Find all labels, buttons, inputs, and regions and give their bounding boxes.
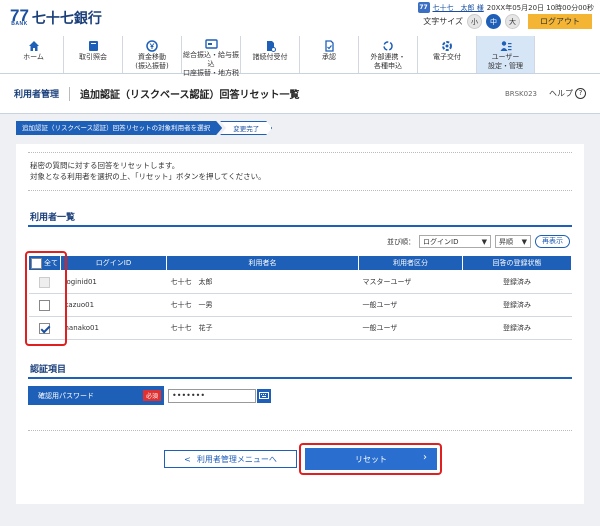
global-nav: ホーム 取引照会 資金移動 (振込振替) 総合振込・給与振込 口座振替・地方税 … [0, 36, 600, 77]
help-icon: ? [575, 88, 586, 99]
yen-transfer-icon [146, 39, 158, 52]
software-keyboard-icon[interactable] [257, 388, 271, 403]
sort-controls: 並び順： ログインID ▼ 昇順 ▼ 再表示 [387, 235, 570, 248]
gear-icon [441, 39, 453, 52]
table-row: kazuo01 七十七 一男 一般ユーザ 登録済み [28, 293, 572, 317]
book-icon [88, 39, 99, 52]
font-size-large-button[interactable]: 大 [505, 14, 520, 29]
sort-label: 並び順： [387, 237, 415, 246]
nav-user-settings[interactable]: ユーザー 設定・管理 [476, 36, 535, 73]
font-size-medium-button[interactable]: 中 [486, 14, 501, 29]
header: 77 BANK 七十七銀行 77 七十七 太郎 様 20XX年05月20日 10時… [0, 0, 600, 36]
home-icon [28, 39, 40, 52]
user-name-link[interactable]: 七十七 太郎 様 [433, 3, 484, 13]
header-tools: 文字サイズ 小 中 大 ログアウト [423, 14, 592, 29]
step-select: 追加認証（リスクベース認証）回答リセットの対象利用者を選択 [16, 121, 222, 135]
user-name: 七十七 花子 [166, 316, 359, 340]
step-indicator: 追加認証（リスクベース認証）回答リセットの対象利用者を選択 変更完了 [16, 121, 272, 135]
highlight-checkbox-column [25, 251, 67, 346]
user-type: マスターユーザ [358, 270, 463, 294]
nav-external[interactable]: 外部連携・ 各種申込 [358, 36, 417, 73]
divider [28, 152, 572, 153]
user-name: 七十七 一男 [166, 293, 359, 317]
chevron-down-icon: ▼ [521, 237, 527, 246]
login-id: hanako01 [60, 316, 167, 340]
login-id: kazuo01 [60, 293, 167, 317]
login-id: loginid01 [60, 270, 167, 294]
user-type: 一般ユーザ [358, 293, 463, 317]
title-bar: 利用者管理 追加認証（リスクベース認証）回答リセット一覧 BRSK023 ヘルプ… [0, 74, 600, 114]
section-name: 利用者管理 [14, 90, 60, 100]
auth-title: 認証項目 [30, 365, 67, 375]
divider [28, 430, 572, 431]
confirm-password-input[interactable]: ••••••• [168, 388, 256, 403]
nav-approval[interactable]: 承認 [299, 36, 358, 73]
back-to-menu-button[interactable]: < 利用者管理メニューへ [164, 450, 297, 468]
nav-inquiry[interactable]: 取引照会 [63, 36, 122, 73]
document-icon [265, 39, 276, 52]
logo-mark: 77 BANK [10, 6, 29, 27]
card-icon [204, 39, 218, 50]
help-link[interactable]: ヘルプ? [549, 88, 586, 99]
screen-code: BRSK023 [504, 89, 537, 98]
nav-fund-transfer[interactable]: 資金移動 (振込振替) [122, 36, 181, 73]
login-time: 20XX年05月20日 10時00分00秒 [486, 3, 594, 12]
table-row: hanako01 七十七 花子 一般ユーザ 登録済み [28, 316, 572, 340]
password-label: 確認用パスワード 必須 [28, 386, 164, 405]
auth-password-row: 確認用パスワード 必須 ••••••• [28, 386, 572, 405]
user-badge-icon: 77 [417, 2, 430, 13]
nav-procedures[interactable]: 諸続付受付 [240, 36, 299, 73]
step-complete: 変更完了 [220, 121, 272, 135]
logout-button[interactable]: ログアウト [528, 14, 592, 29]
col-login-id: ログインID [60, 255, 167, 271]
user-table: 全て ログインID 利用者名 利用者区分 回答の登録状態 loginid01 七… [28, 255, 572, 340]
highlight-reset-button [299, 443, 442, 475]
nav-e-delivery[interactable]: 電子交付 [417, 36, 476, 73]
required-badge: 必須 [142, 390, 161, 401]
chevron-left-icon: < [184, 454, 191, 464]
chevron-down-icon: ▼ [481, 237, 487, 246]
nav-home[interactable]: ホーム [4, 36, 63, 73]
link-icon [382, 39, 394, 52]
col-user-name: 利用者名 [166, 255, 359, 271]
section-underline [28, 225, 572, 227]
main-panel: 秘密の質問に対する回答をリセットします。 対象となる利用者を選択の上、「リセット… [16, 144, 584, 504]
divider [28, 190, 572, 191]
bank-name: 七十七銀行 [31, 11, 102, 27]
sort-order-select[interactable]: 昇順 ▼ [495, 235, 531, 248]
font-size-label: 文字サイズ [423, 17, 463, 26]
sort-key-select[interactable]: ログインID ▼ [419, 235, 491, 248]
nav-bulk-transfer[interactable]: 総合振込・給与振込 口座振替・地方税 [181, 36, 240, 77]
approval-icon [324, 39, 335, 52]
redisplay-button[interactable]: 再表示 [535, 235, 570, 248]
table-header: 全て ログインID 利用者名 利用者区分 回答の登録状態 [28, 255, 572, 271]
answer-status: 登録済み [462, 293, 572, 317]
user-name: 七十七 太郎 [166, 270, 359, 294]
page-title: 追加認証（リスクベース認証）回答リセット一覧 [80, 90, 300, 101]
font-size-small-button[interactable]: 小 [467, 14, 482, 29]
answer-status: 登録済み [462, 316, 572, 340]
user-settings-icon [500, 39, 512, 52]
user-list-title: 利用者一覧 [30, 213, 76, 223]
user-info: 77 七十七 太郎 様 20XX年05月20日 10時00分00秒 [417, 2, 594, 13]
table-row: loginid01 七十七 太郎 マスターユーザ 登録済み [28, 270, 572, 294]
col-answer-status: 回答の登録状態 [462, 255, 572, 271]
title-divider [69, 86, 71, 101]
answer-status: 登録済み [462, 270, 572, 294]
bank-logo: 77 BANK 七十七銀行 [10, 6, 102, 28]
section-underline [28, 377, 572, 379]
col-user-type: 利用者区分 [358, 255, 463, 271]
description: 秘密の質問に対する回答をリセットします。 対象となる利用者を選択の上、「リセット… [30, 161, 266, 181]
user-type: 一般ユーザ [358, 316, 463, 340]
